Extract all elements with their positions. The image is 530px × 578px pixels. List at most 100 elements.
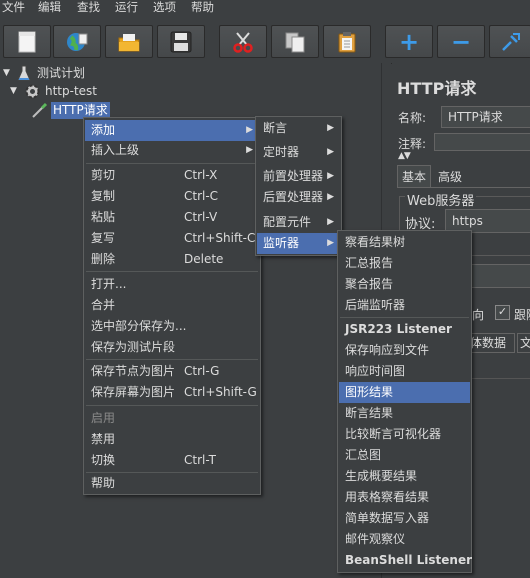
new-button[interactable]	[3, 25, 51, 58]
listener-item[interactable]: 邮件观察仪	[339, 529, 470, 550]
listener-item[interactable]: 图形结果	[339, 382, 470, 403]
menu-item-save-screen-image[interactable]: 保存屏幕为图片 Ctrl+Shift-G	[85, 382, 259, 403]
tree-node-label: 测试计划	[37, 66, 86, 80]
submenu-arrow-icon: ▶	[246, 125, 253, 135]
toggle-button[interactable]	[489, 25, 530, 58]
collapse-arrow-icon[interactable]: ▼	[3, 64, 10, 83]
submenu-item-pre-processor[interactable]: 前置处理器 ▶	[257, 166, 340, 187]
collapse-arrows-icon[interactable]: ▲▼	[398, 151, 411, 161]
expand-all-button[interactable]: +	[385, 25, 433, 58]
menu-options[interactable]: 选项	[153, 0, 176, 16]
separator	[86, 405, 258, 406]
collapse-all-button[interactable]: −	[437, 25, 485, 58]
separator	[86, 271, 258, 272]
tab-divider	[397, 187, 530, 188]
menu-item-duplicate[interactable]: 复写 Ctrl+Shift-C	[85, 228, 259, 249]
menu-edit[interactable]: 编辑	[38, 0, 61, 16]
listener-item[interactable]: 用表格察看结果	[339, 487, 470, 508]
menu-item-cut[interactable]: 剪切 Ctrl-X	[85, 165, 259, 186]
menu-item-copy[interactable]: 复制 Ctrl-C	[85, 186, 259, 207]
separator	[86, 359, 258, 360]
copy-button[interactable]	[271, 25, 319, 58]
comment-input[interactable]	[434, 133, 530, 151]
menu-item-toggle[interactable]: 切换 Ctrl-T	[85, 450, 259, 471]
submenu-item-listener[interactable]: 监听器 ▶	[257, 233, 340, 254]
params-header	[467, 353, 530, 379]
listener-item[interactable]: 保存响应到文件	[339, 340, 470, 361]
tree-node-label: http-test	[45, 84, 98, 98]
listener-item[interactable]: 简单数据写入器	[339, 508, 470, 529]
open-button[interactable]	[105, 25, 153, 58]
submenu-arrow-icon: ▶	[327, 238, 334, 248]
menu-item-insert-parent[interactable]: 插入上级 ▶	[85, 140, 259, 161]
copy-icon	[285, 32, 305, 52]
submenu-item-post-processor[interactable]: 后置处理器 ▶	[257, 187, 340, 208]
save-button[interactable]	[157, 25, 205, 58]
submenu-arrow-icon: ▶	[327, 192, 334, 202]
pipette-icon	[32, 102, 48, 118]
new-icon	[18, 31, 36, 52]
menu-help[interactable]: 帮助	[191, 0, 214, 16]
listener-item[interactable]: 汇总报告	[339, 253, 470, 274]
tab-advanced[interactable]: 高级	[433, 167, 467, 187]
submenu-arrow-icon: ▶	[246, 145, 253, 155]
submenu-arrow-icon: ▶	[327, 171, 334, 181]
menu-item-help[interactable]: 帮助	[85, 473, 259, 494]
cut-button[interactable]	[219, 25, 267, 58]
menu-item-save-node-image[interactable]: 保存节点为图片 Ctrl-G	[85, 361, 259, 382]
follow-redirects-label: 跟随	[514, 308, 530, 322]
listener-item[interactable]: 断言结果	[339, 403, 470, 424]
context-menu: 添加 ▶ 插入上级 ▶ 剪切 Ctrl-X 复制 Ctrl-C 粘贴 Ctrl-V 复写 C…	[83, 117, 261, 495]
checkbox-icon[interactable]: ✓	[495, 305, 510, 320]
listener-item[interactable]: 响应时间图	[339, 361, 470, 382]
menu-file[interactable]: 文件	[2, 0, 25, 16]
menu-search[interactable]: 查找	[77, 0, 100, 16]
listener-item[interactable]: 汇总图	[339, 445, 470, 466]
listener-item[interactable]: JSR223 Listener	[339, 319, 470, 340]
open-icon	[118, 33, 140, 51]
submenu-arrow-icon: ▶	[327, 147, 334, 157]
toolbar: + −	[0, 16, 530, 64]
tab-body-data[interactable]: 体数据	[467, 333, 515, 353]
separator	[340, 317, 469, 318]
add-submenu: 断言 ▶ 定时器 ▶ 前置处理器 ▶ 后置处理器 ▶ 配置元件 ▶ 监听器 ▶	[255, 116, 342, 256]
tab-files[interactable]: 文	[517, 333, 530, 353]
submenu-item-assertion[interactable]: 断言 ▶	[257, 118, 340, 139]
menu-item-disable[interactable]: 禁用	[85, 429, 259, 450]
method-select[interactable]	[468, 264, 530, 288]
cut-icon	[233, 31, 253, 53]
menu-item-paste[interactable]: 粘贴 Ctrl-V	[85, 207, 259, 228]
menu-item-enable: 启用	[91, 411, 116, 425]
templates-button[interactable]	[53, 25, 101, 58]
submenu-arrow-icon: ▶	[327, 123, 334, 133]
name-input[interactable]: HTTP请求	[441, 106, 530, 128]
listener-item[interactable]: BeanShell Listener	[339, 550, 472, 571]
minus-icon: −	[450, 27, 472, 56]
listener-item[interactable]: 察看结果树	[339, 232, 470, 253]
menu-item-delete[interactable]: 删除 Delete	[85, 249, 259, 270]
menu-item-save-selection[interactable]: 选中部分保存为...	[85, 316, 259, 337]
tab-basic[interactable]: 基本	[397, 165, 431, 187]
menu-item-open[interactable]: 打开...	[85, 274, 259, 295]
panel-title: HTTP请求	[397, 79, 477, 98]
menu-item-merge[interactable]: 合并	[85, 295, 259, 316]
listener-item[interactable]: 后端监听器	[339, 295, 470, 316]
submenu-arrow-icon: ▶	[327, 217, 334, 227]
menu-bar: 文件 编辑 查找 运行 选项 帮助	[0, 0, 530, 16]
listener-item[interactable]: 聚合报告	[339, 274, 470, 295]
listener-item[interactable]: 生成概要结果	[339, 466, 470, 487]
menu-run[interactable]: 运行	[115, 0, 138, 16]
save-icon	[170, 31, 192, 52]
menu-item-add[interactable]: 添加 ▶	[85, 120, 259, 141]
paste-icon	[338, 31, 356, 52]
submenu-item-timer[interactable]: 定时器 ▶	[257, 142, 340, 163]
toggle-icon	[501, 32, 520, 51]
menu-item-save-fragment[interactable]: 保存为测试片段	[85, 337, 259, 358]
collapse-arrow-icon[interactable]: ▼	[10, 82, 17, 101]
separator	[86, 163, 258, 164]
listener-item[interactable]: 比较断言可视化器	[339, 424, 470, 445]
listener-submenu: 察看结果树 汇总报告 聚合报告 后端监听器 JSR223 Listener 保存…	[337, 230, 472, 573]
submenu-item-config[interactable]: 配置元件 ▶	[257, 212, 340, 233]
paste-button[interactable]	[323, 25, 371, 58]
comment-label: 注释:	[398, 137, 427, 151]
